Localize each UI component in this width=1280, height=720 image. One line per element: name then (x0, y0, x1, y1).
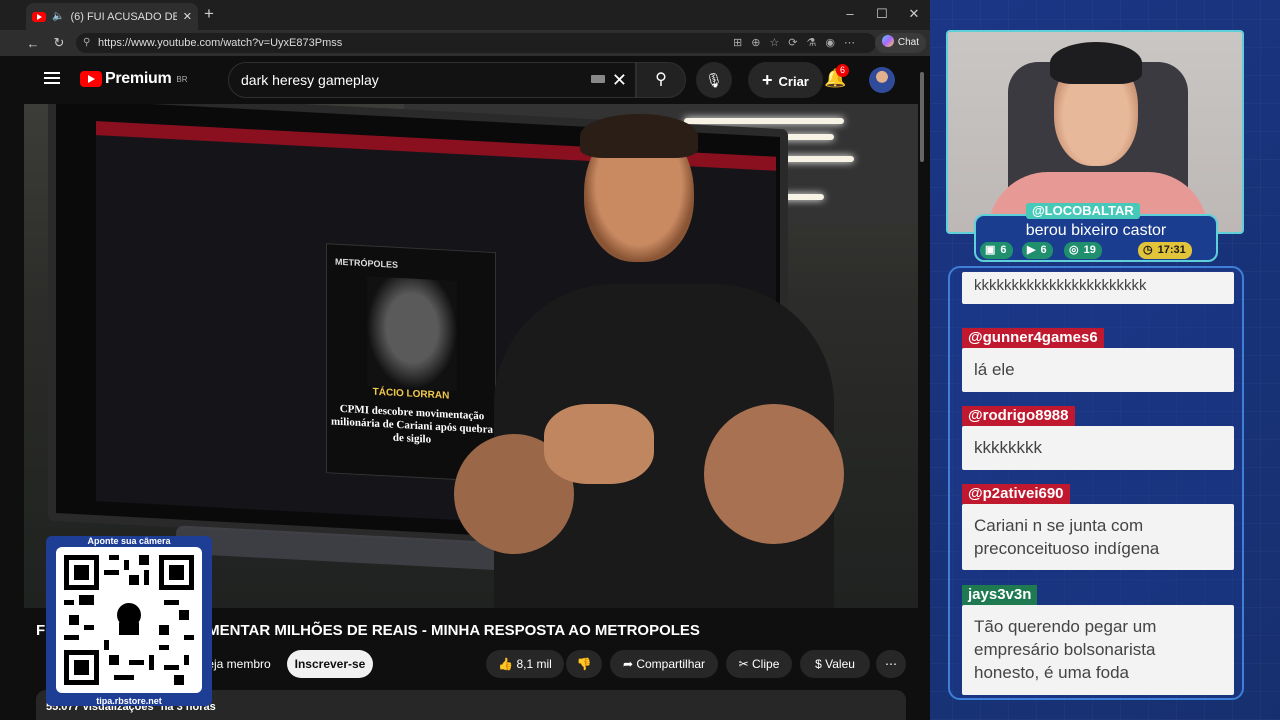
copilot-chat-button[interactable]: Chat (874, 33, 926, 53)
address-bar-row: ← ↻ ⚲ https://www.youtube.com/watch?v=Uy… (0, 30, 930, 56)
scissors-icon: ✂ (738, 657, 749, 671)
chat-count-badge: ▣ 6 (980, 242, 1013, 259)
streamer-handle: @LOCOBALTAR (1026, 203, 1140, 219)
chat-panel: kkkkkkkkkkkkkkkkkkkkkkk @gunner4games6 l… (948, 266, 1244, 700)
page-scrollbar[interactable] (918, 56, 926, 720)
chat-message-text: kkkkkkkkkkkkkkkkkkkkkkk (962, 272, 1234, 304)
video-player[interactable]: METRÓPOLES TÁCIO LORRAN CPMI descobre mo… (24, 104, 918, 608)
notification-badge: 6 (836, 64, 850, 77)
post-brand: METRÓPOLES (335, 256, 399, 270)
qr-overlay: Aponte sua câmera tipa.rbstore.net (46, 536, 212, 706)
youtube-favicon-icon (32, 11, 46, 22)
streamer-hair (1050, 42, 1142, 84)
more-actions-button[interactable]: ⋯ (876, 650, 906, 678)
tab-bar: 🔈 (6) FUI ACUSADO DE MOVIMENTAR MILHÕES … (0, 0, 930, 30)
toolbar-icons[interactable]: ⊞⊕☆⟳⚗◉⋯ (733, 33, 864, 53)
stream-time-badge: ◷ 17:31 (1138, 242, 1192, 259)
youtube-premium-logo[interactable]: Premium BR (80, 70, 188, 88)
thumbs-down-icon: 👎 (576, 657, 592, 671)
clip-button[interactable]: ✂ Clipe (726, 650, 792, 678)
instagram-post: METRÓPOLES TÁCIO LORRAN CPMI descobre mo… (326, 243, 496, 483)
browser-tab[interactable]: 🔈 (6) FUI ACUSADO DE MOVIMENTAR MILHÕES … (26, 3, 198, 30)
tab-close-icon[interactable]: ✕ (183, 10, 192, 23)
qr-code (56, 547, 202, 693)
thumbs-up-icon: 👍 (498, 657, 514, 671)
like-button[interactable]: 👍 8,1 mil (486, 650, 564, 678)
presenter-arm (704, 404, 844, 544)
youtube-header: Premium BR dark heresy gameplay ✕ ⚲ 🎙 + C… (24, 56, 924, 104)
thanks-icon: $ (815, 657, 822, 671)
chat-username: jays3v3n (962, 585, 1038, 605)
account-avatar[interactable] (869, 67, 895, 93)
share-icon: ➦ (622, 657, 633, 671)
copilot-icon (881, 35, 894, 47)
speaker-icon: 🔈 (52, 11, 65, 22)
viewers-count-badge: ◎ 19 (1064, 242, 1102, 259)
chat-bubble-icon: ▣ (985, 244, 996, 256)
qr-caption: Aponte sua câmera (87, 536, 171, 546)
close-window-button[interactable]: ✕ (904, 6, 924, 22)
post-headline: CPMI descobre movimentação milionária de… (331, 402, 493, 446)
post-photo (367, 276, 457, 392)
notifications-button[interactable]: 🔔 6 (824, 64, 850, 89)
url-text: https://www.youtube.com/watch?v=UyxE873P… (98, 37, 343, 49)
tab-title: (6) FUI ACUSADO DE MOVIMENTAR MILHÕES DE… (70, 10, 177, 23)
streamer-status: berou bixeiro castor (1025, 222, 1167, 239)
dislike-button[interactable]: 👎 (566, 650, 602, 678)
keyboard-icon[interactable] (591, 75, 605, 83)
site-info-icon[interactable]: ⚲ (83, 33, 90, 53)
youtube-count-badge: ▶ 6 (1022, 242, 1053, 259)
qr-code-graphic (64, 555, 194, 685)
chat-message-text: Cariani n se junta com preconceituoso in… (962, 504, 1234, 570)
chat-message-text: Tão querendo pegar um empresário bolsona… (962, 605, 1234, 695)
youtube-play-icon (80, 71, 102, 87)
reload-icon[interactable]: ↻ (46, 35, 72, 51)
youtube-icon: ▶ (1027, 244, 1036, 256)
search-icon: ⚲ (655, 71, 667, 88)
chat-username: @rodrigo8988 (962, 406, 1075, 426)
minimize-button[interactable]: – (840, 6, 860, 21)
chat-username: @p2ativei690 (962, 484, 1070, 504)
create-button[interactable]: + Criar (748, 62, 823, 98)
voice-search-button[interactable]: 🎙 (696, 62, 732, 98)
presenter-hair (580, 114, 698, 158)
microphone-icon: 🎙 (705, 72, 723, 88)
search-button[interactable]: ⚲ (636, 62, 686, 98)
back-arrow-icon[interactable]: ← (20, 36, 46, 51)
url-field[interactable]: ⚲ https://www.youtube.com/watch?v=UyxE87… (76, 33, 876, 53)
viewers-icon: ◎ (1069, 244, 1079, 256)
share-button[interactable]: ➦ Compartilhar (610, 650, 718, 678)
chat-username: @gunner4games6 (962, 328, 1104, 348)
chat-message-text: lá ele (962, 348, 1234, 392)
clock-icon: ◷ (1143, 244, 1153, 256)
thanks-button[interactable]: $ Valeu (800, 650, 870, 678)
scrollbar-thumb[interactable] (920, 72, 924, 162)
hamburger-menu-icon[interactable] (44, 72, 60, 84)
plus-icon: + (762, 70, 773, 90)
maximize-button[interactable]: ☐ (872, 6, 892, 22)
ceiling-light (684, 118, 844, 124)
search-input[interactable]: dark heresy gameplay ✕ (228, 62, 636, 98)
presenter-hands (544, 404, 654, 484)
new-tab-button[interactable]: + (204, 4, 214, 24)
clear-search-icon[interactable]: ✕ (612, 63, 627, 97)
qr-url: tipa.rbstore.net (96, 696, 162, 706)
chat-message-text: kkkkkkkk (962, 426, 1234, 470)
subscribe-button[interactable]: Inscrever-se (287, 650, 373, 678)
